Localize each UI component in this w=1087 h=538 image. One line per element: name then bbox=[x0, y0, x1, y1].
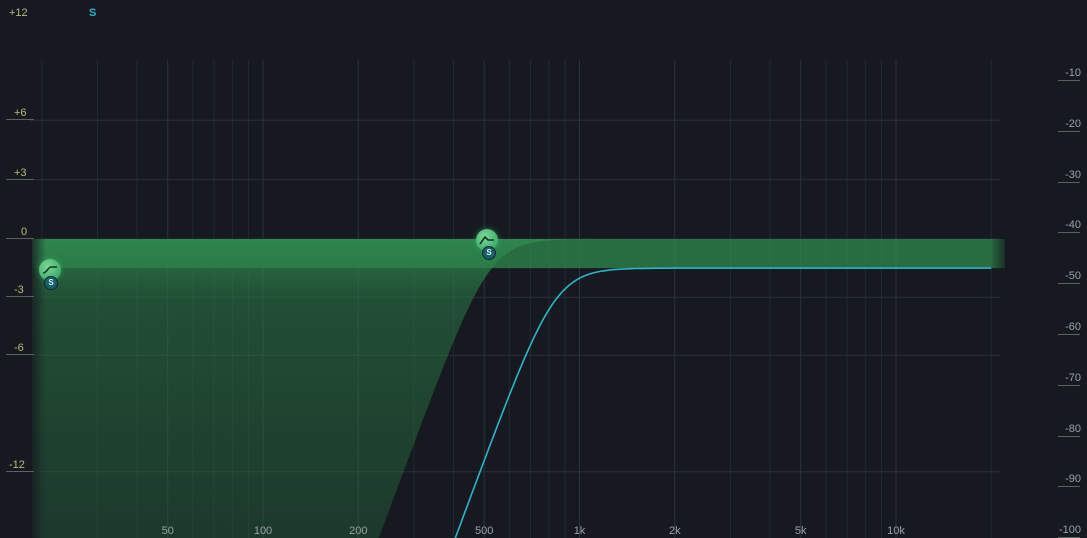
db-axis-label: -10 bbox=[1065, 67, 1081, 79]
db-axis-label: -40 bbox=[1065, 219, 1081, 232]
db-axis-label: -30 bbox=[1065, 168, 1081, 181]
freq-axis-label: 500 bbox=[475, 525, 494, 537]
gain-tick bbox=[6, 296, 34, 298]
freq-axis-label: 10k bbox=[887, 525, 905, 537]
db-tick bbox=[1058, 334, 1080, 335]
db-tick bbox=[1058, 486, 1080, 488]
eq-display[interactable]: S S S +12 +6 +3 0 -3 -6 -12 -10 -20 -30 -40 -50 -60 -… bbox=[0, 0, 1087, 538]
db-axis-label: -60 bbox=[1065, 321, 1081, 333]
eq-graph[interactable] bbox=[0, 0, 1087, 538]
db-tick bbox=[1058, 130, 1080, 132]
db-axis-label: -80 bbox=[1065, 422, 1081, 435]
db-tick bbox=[1058, 232, 1080, 234]
peak-icon bbox=[479, 235, 494, 245]
gain-tick bbox=[6, 238, 34, 239]
freq-axis-label: 100 bbox=[253, 525, 273, 537]
db-axis-label: -100 bbox=[1058, 524, 1081, 537]
gain-axis-label: -12 bbox=[9, 458, 25, 471]
shelf-icon bbox=[42, 266, 57, 274]
freq-axis-label: 5k bbox=[794, 525, 807, 537]
band-fills bbox=[32, 239, 1005, 538]
gain-tick bbox=[6, 354, 34, 356]
right-fade bbox=[990, 230, 1010, 280]
gain-axis-label: +12 bbox=[9, 7, 28, 19]
db-axis-label: -90 bbox=[1065, 473, 1081, 486]
db-tick bbox=[1058, 384, 1080, 386]
response-curve bbox=[454, 267, 992, 538]
db-tick bbox=[1058, 80, 1080, 81]
gain-axis-label: -3 bbox=[14, 284, 24, 297]
gain-axis-label: 0 bbox=[21, 226, 28, 238]
band-solo-low-shelf[interactable]: S bbox=[44, 276, 58, 290]
freq-axis-label: 2k bbox=[668, 525, 681, 537]
gain-axis-label: -6 bbox=[14, 342, 24, 355]
db-tick bbox=[1058, 435, 1080, 437]
db-tick bbox=[1058, 181, 1080, 183]
gain-tick bbox=[6, 178, 34, 180]
gain-tick bbox=[6, 470, 34, 472]
freq-axis-label: 50 bbox=[161, 525, 174, 537]
band-solo-high-pass[interactable]: S bbox=[482, 246, 496, 260]
gain-axis-label: +3 bbox=[14, 166, 27, 179]
db-tick bbox=[1058, 283, 1080, 285]
db-axis-label: -70 bbox=[1065, 371, 1081, 384]
db-axis-label: -50 bbox=[1065, 270, 1081, 283]
solo-indicator[interactable]: S bbox=[89, 7, 96, 19]
db-axis-label: -20 bbox=[1065, 117, 1081, 130]
highpass-band-fill bbox=[32, 239, 1005, 538]
freq-axis-label: 1k bbox=[573, 525, 586, 537]
freq-axis-label: 200 bbox=[349, 525, 368, 537]
gain-axis-label: +6 bbox=[14, 107, 27, 120]
gain-tick bbox=[6, 119, 34, 121]
